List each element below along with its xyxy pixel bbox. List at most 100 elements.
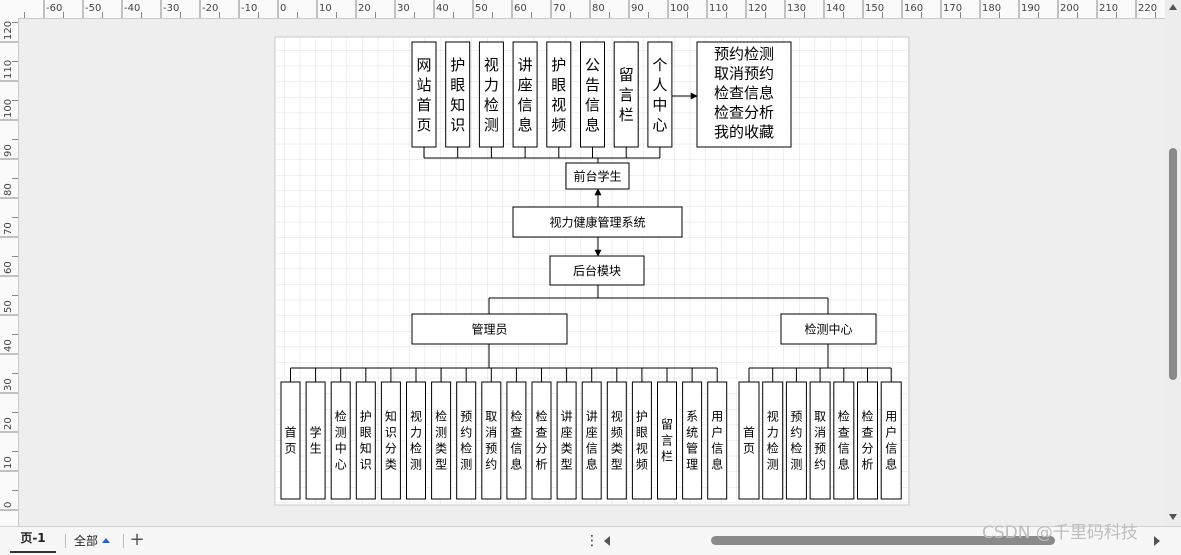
admin-item-box-char: 理 bbox=[686, 458, 698, 472]
ruler-label: 120 bbox=[3, 21, 14, 40]
admin-item-box-char: 测 bbox=[460, 458, 472, 472]
scroll-down-icon[interactable] bbox=[1169, 514, 1177, 520]
ruler-label: 150 bbox=[865, 3, 884, 14]
ruler-label: 140 bbox=[826, 3, 845, 14]
center-item-box bbox=[809, 381, 831, 500]
watermark: CSDN @千里码科技 bbox=[982, 523, 1138, 543]
admin-item-box-char: 统 bbox=[686, 426, 698, 440]
admin-item-box bbox=[456, 381, 477, 500]
ruler-label: 30 bbox=[397, 3, 410, 14]
center-item-box-char: 用 bbox=[885, 410, 897, 424]
admin-item-box-char: 析 bbox=[535, 458, 547, 472]
center-item-box bbox=[762, 381, 784, 500]
top-item-box-char: 站 bbox=[416, 76, 431, 94]
center-item-box-char: 查 bbox=[861, 426, 873, 440]
ruler-label: 200 bbox=[1060, 3, 1079, 14]
center-item-box bbox=[857, 381, 878, 500]
admin-item-box-char: 座 bbox=[586, 425, 598, 440]
center-item-box-char: 测 bbox=[790, 458, 802, 472]
scroll-left-icon[interactable] bbox=[604, 536, 610, 546]
admin-item-box-char: 知 bbox=[385, 410, 397, 424]
ruler-label: 60 bbox=[514, 3, 527, 14]
vertical-scrollbar[interactable] bbox=[1165, 0, 1181, 526]
divider bbox=[65, 534, 66, 548]
admin-item-box bbox=[330, 381, 351, 500]
top-item-box-char: 息 bbox=[518, 116, 533, 134]
admin-item-box-char: 眼 bbox=[360, 426, 372, 440]
ruler-label: 20 bbox=[358, 3, 371, 14]
center-item-box-char: 检 bbox=[790, 441, 802, 456]
center-item-box bbox=[785, 381, 807, 500]
admin-item-box-char: 检 bbox=[535, 409, 547, 424]
admin-item-box-char: 型 bbox=[611, 458, 623, 472]
admin-item-box-char: 护 bbox=[360, 410, 372, 424]
admin-item-box-char: 分 bbox=[385, 442, 397, 456]
center-item-box-char: 约 bbox=[814, 457, 826, 472]
center-item-box-char: 信 bbox=[885, 442, 897, 456]
ruler-label: 190 bbox=[1021, 3, 1040, 14]
center-item-box-char: 息 bbox=[838, 457, 850, 472]
horizontal-ruler-scale: -60 -50 -40 -30 -20 -10 0 10 20 30 40 50 60 70 80 90 100… bbox=[24, 0, 1157, 18]
horizontal-ruler: -60 -50 -40 -30 -20 -10 0 10 20 30 40 50 60 70 80 90 100… bbox=[0, 0, 1181, 19]
top-item-box-char: 栏 bbox=[619, 106, 634, 124]
ruler-label: 110 bbox=[3, 60, 14, 79]
admin-item-box-char: 座 bbox=[561, 425, 573, 440]
add-page-button[interactable]: + bbox=[129, 528, 145, 552]
top-item-box-char: 信 bbox=[585, 96, 600, 114]
admin-item-box-char: 测 bbox=[335, 426, 347, 440]
system-node-label: 视力健康管理系统 bbox=[549, 214, 645, 229]
ruler-label: 30 bbox=[3, 378, 14, 391]
center-item-box bbox=[833, 381, 855, 500]
top-item-box-char: 频 bbox=[551, 116, 566, 134]
admin-item-box-char: 约 bbox=[485, 457, 497, 472]
admin-item-box-char: 类 bbox=[611, 442, 623, 456]
admin-item-box-char: 类 bbox=[561, 442, 573, 456]
center-item-box-char: 页 bbox=[743, 442, 755, 456]
all-pages-button[interactable]: 全部 bbox=[74, 532, 111, 550]
center-item-box-char: 检 bbox=[767, 441, 779, 456]
admin-item-box-char: 型 bbox=[435, 458, 447, 472]
admin-item-box-char: 息 bbox=[510, 457, 522, 472]
ruler-label: 20 bbox=[3, 417, 14, 430]
scroll-up-icon[interactable] bbox=[1169, 4, 1177, 10]
admin-item-box-char: 力 bbox=[410, 426, 422, 440]
admin-item-box-char: 中 bbox=[335, 441, 347, 456]
top-item-box-char: 言 bbox=[619, 86, 634, 104]
top-item-box-char: 护 bbox=[450, 56, 465, 74]
page-tab-1[interactable]: 页-1 bbox=[10, 527, 56, 553]
admin-item-box bbox=[506, 381, 527, 500]
center-item-box-char: 测 bbox=[767, 458, 779, 472]
admin-item-box bbox=[606, 381, 627, 500]
admin-item-box bbox=[707, 381, 728, 500]
admin-item-box-char: 型 bbox=[561, 458, 573, 472]
center-item-box bbox=[738, 381, 760, 500]
scroll-right-icon[interactable] bbox=[1154, 536, 1160, 546]
admin-item-box bbox=[431, 381, 452, 500]
drawing-canvas[interactable]: 网站首页护眼知识视力检测讲座信息护眼视频公告信息留言栏个人中心预约检测 取消预约检… bbox=[19, 19, 1166, 526]
diagram[interactable]: 网站首页护眼知识视力检测讲座信息护眼视频公告信息留言栏个人中心预约检测取消预约检… bbox=[19, 19, 1166, 526]
admin-item-box bbox=[631, 381, 652, 500]
vertical-scroll-thumb[interactable] bbox=[1169, 148, 1177, 380]
admin-item-box bbox=[305, 381, 326, 500]
admin-item-box-char: 信 bbox=[586, 442, 598, 456]
ruler-label: 0 bbox=[280, 3, 286, 14]
more-options-icon[interactable]: ⋮ bbox=[585, 529, 599, 553]
center-item-box-char: 约 bbox=[790, 425, 802, 440]
personal-center-item: 预约检测 bbox=[714, 45, 774, 63]
admin-item-box-char: 管 bbox=[686, 441, 698, 456]
top-item-box-char: 讲 bbox=[518, 56, 533, 74]
center-item-box-char: 预 bbox=[790, 410, 802, 424]
ruler-label: -60 bbox=[46, 3, 62, 14]
top-item-box-char: 眼 bbox=[551, 76, 566, 94]
ruler-label: 100 bbox=[670, 3, 689, 14]
admin-item-box-char: 眼 bbox=[636, 426, 648, 440]
top-item-box-char: 个 bbox=[652, 56, 667, 74]
center-item-box-char: 息 bbox=[885, 457, 897, 472]
admin-item-box-char: 类 bbox=[435, 442, 447, 456]
admin-item-box bbox=[380, 381, 401, 500]
admin-node-label: 管理员 bbox=[471, 321, 507, 336]
top-item-box-char: 眼 bbox=[450, 76, 465, 94]
admin-item-box-char: 预 bbox=[460, 410, 472, 424]
top-item-box-char: 首 bbox=[416, 96, 431, 114]
ruler-label: 160 bbox=[904, 3, 923, 14]
